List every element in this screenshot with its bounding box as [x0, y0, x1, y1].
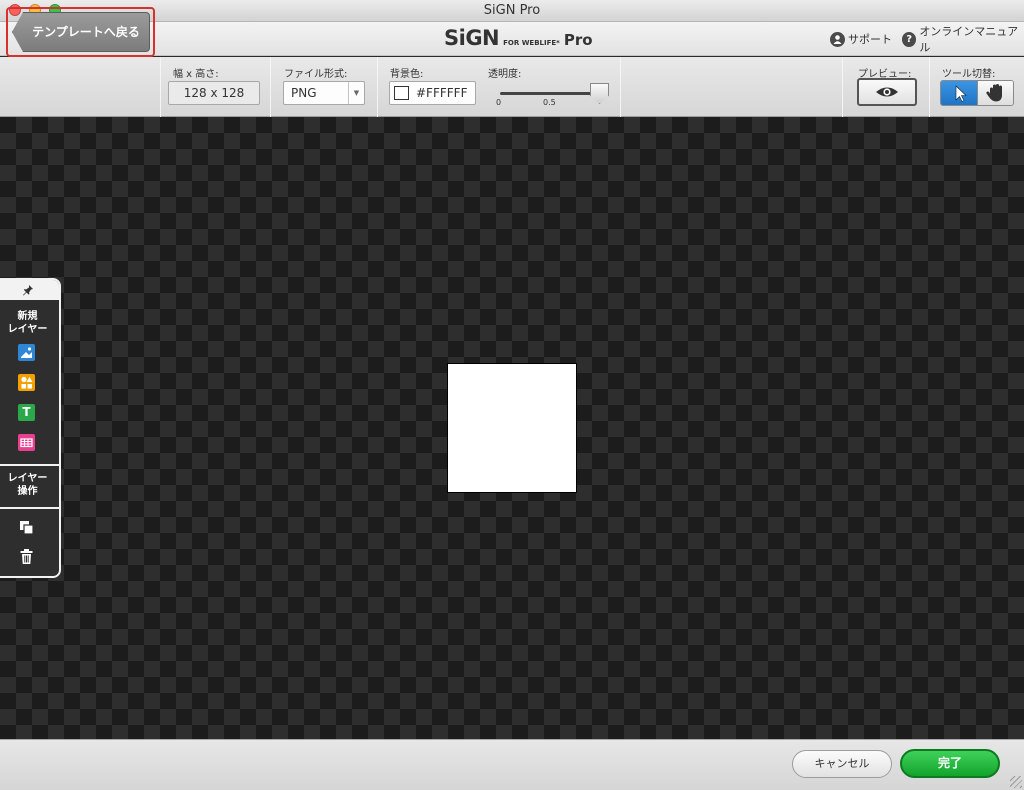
- back-to-template-button[interactable]: テンプレートへ戻る: [12, 12, 150, 52]
- logo-main-text: SiGN: [444, 26, 500, 50]
- color-swatch[interactable]: [394, 86, 409, 100]
- opacity-label: 透明度:: [488, 69, 522, 80]
- online-manual-label: オンラインマニュアル: [919, 25, 1019, 54]
- online-manual-link[interactable]: ? オンラインマニュアル: [902, 25, 1024, 54]
- size-label: 幅 x 高さ:: [173, 69, 219, 80]
- background-color-value[interactable]: #FFFFFF: [416, 82, 467, 104]
- toolbar-divider: [620, 57, 621, 117]
- opacity-mid-label: 0.5: [543, 98, 556, 107]
- layer-panel: 新規 レイヤー T レイヤー 操作: [0, 278, 61, 578]
- layer-ops-title-1: レイヤー: [7, 473, 48, 484]
- opacity-slider-track[interactable]: [500, 92, 600, 95]
- toolbar-divider: [270, 57, 271, 117]
- trash-icon[interactable]: [18, 548, 35, 565]
- logo-sub-text: FOR WEBLIFE*: [503, 39, 560, 47]
- text-layer-icon[interactable]: T: [18, 404, 35, 421]
- resize-grip-icon[interactable]: [1010, 776, 1022, 788]
- cursor-arrow-icon: [955, 85, 967, 102]
- artboard[interactable]: [447, 363, 577, 493]
- toolbar-divider: [842, 57, 843, 117]
- duplicate-icon[interactable]: [18, 519, 35, 536]
- chevron-down-icon: ▼: [348, 82, 364, 104]
- select-tool-button[interactable]: [941, 81, 977, 105]
- opacity-min-label: 0: [496, 98, 502, 107]
- file-format-select[interactable]: PNG ▼: [283, 81, 365, 105]
- panel-divider: [0, 464, 59, 466]
- shape-layer-icon[interactable]: [18, 374, 35, 391]
- preview-button[interactable]: [857, 78, 917, 106]
- layer-ops-title-2: 操作: [17, 486, 38, 497]
- pin-icon[interactable]: [0, 280, 59, 300]
- window-title: SiGN Pro: [483, 3, 541, 18]
- toolbar-divider: [377, 57, 378, 117]
- help-icon: ?: [902, 31, 917, 47]
- logo-pro-text: Pro: [563, 31, 593, 49]
- background-color-field[interactable]: #FFFFFF: [389, 81, 476, 105]
- new-layer-title-2: レイヤー: [7, 324, 48, 335]
- background-color-label: 背景色:: [390, 69, 424, 80]
- support-link[interactable]: サポート: [830, 30, 892, 48]
- eye-icon: [876, 87, 898, 97]
- support-link-label: サポート: [848, 33, 892, 46]
- done-button[interactable]: 完了: [900, 749, 1000, 778]
- tool-switch-label: ツール切替:: [942, 69, 996, 80]
- toolbar-divider: [929, 57, 930, 117]
- app-logo: SiGN FOR WEBLIFE* Pro: [444, 26, 593, 52]
- file-format-value: PNG: [291, 86, 317, 100]
- hand-tool-button[interactable]: [977, 81, 1013, 105]
- user-icon: [830, 31, 845, 47]
- panel-divider: [0, 507, 59, 509]
- format-label: ファイル形式:: [284, 69, 348, 80]
- toolbar-divider: [160, 57, 161, 117]
- hand-icon: [986, 84, 1002, 102]
- tool-switch-group: [940, 80, 1014, 106]
- size-field: 128 x 128: [168, 81, 260, 105]
- table-layer-icon[interactable]: [18, 434, 35, 451]
- image-layer-icon[interactable]: [18, 344, 35, 361]
- cancel-button[interactable]: キャンセル: [792, 750, 892, 778]
- new-layer-title-1: 新規: [17, 311, 38, 322]
